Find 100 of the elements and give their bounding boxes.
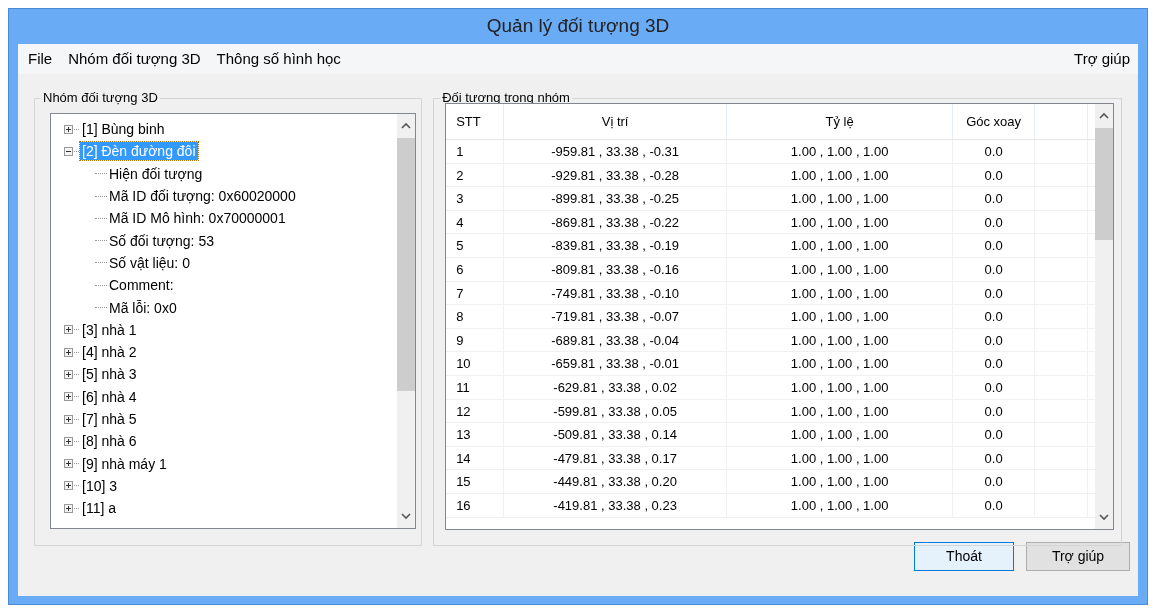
menu-item[interactable]: Trợ giúp — [1068, 47, 1136, 71]
table-cell: -599.81 , 33.38 , 0.05 — [504, 399, 728, 423]
column-header[interactable]: STT — [446, 104, 505, 139]
collapse-icon[interactable] — [64, 146, 73, 156]
table-cell: 0.0 — [953, 446, 1036, 470]
table-cell: 1.00 , 1.00 , 1.00 — [727, 328, 954, 352]
expand-icon[interactable] — [64, 459, 73, 469]
table-cell: 15 — [446, 470, 505, 493]
table-cell: 6 — [446, 257, 505, 281]
table-cell: 1.00 , 1.00 , 1.00 — [727, 423, 954, 446]
table-cell: 1.00 , 1.00 , 1.00 — [727, 187, 954, 210]
table-cell: 0.0 — [953, 328, 1036, 352]
menu-item[interactable]: Nhóm đối tượng 3D — [60, 47, 209, 71]
table-cell: -419.81 , 33.38 , 0.23 — [504, 493, 728, 517]
tree-item[interactable]: [6] nhà 4 — [80, 387, 139, 406]
tree-item[interactable]: [9] nhà máy 1 — [80, 454, 169, 473]
table-cell: 4 — [446, 210, 505, 234]
table-cell: 1.00 , 1.00 , 1.00 — [727, 470, 954, 493]
table-cell: -899.81 , 33.38 , -0.25 — [504, 187, 728, 210]
expand-icon[interactable] — [64, 124, 73, 134]
scroll-thumb[interactable] — [1095, 128, 1114, 240]
table-cell: 9 — [446, 328, 505, 352]
tree-item[interactable]: [5] nhà 3 — [80, 365, 139, 384]
table-cell: -479.81 , 33.38 , 0.17 — [504, 446, 728, 470]
table-cell: -449.81 , 33.38 , 0.20 — [504, 470, 728, 493]
table-cell: 11 — [446, 375, 505, 399]
expand-icon[interactable] — [64, 347, 73, 357]
table-cell: 0.0 — [953, 352, 1036, 375]
column-header[interactable]: Tỷ lệ — [727, 104, 954, 139]
tree-item[interactable]: [8] nhà 6 — [80, 432, 139, 451]
expand-icon[interactable] — [64, 481, 73, 491]
scroll-down-icon[interactable] — [401, 512, 411, 520]
tree-item[interactable]: [1] Bùng binh — [80, 120, 167, 139]
table-cell: 2 — [446, 163, 505, 187]
tree-item[interactable]: Comment: — [108, 276, 175, 295]
table-cell: 1.00 , 1.00 , 1.00 — [727, 257, 954, 281]
table-cell: -959.81 , 33.38 , -0.31 — [504, 140, 728, 163]
table-cell: 1.00 , 1.00 , 1.00 — [727, 234, 954, 257]
group-title: Nhóm đối tượng 3D — [41, 89, 160, 107]
table-cell: 0.0 — [953, 423, 1036, 446]
table-cell: 1.00 , 1.00 , 1.00 — [727, 140, 954, 163]
table-cell: 0.0 — [953, 187, 1036, 210]
table-cell: 7 — [446, 281, 505, 305]
table-cell: -629.81 , 33.38 , 0.02 — [504, 375, 728, 399]
scroll-down-icon[interactable] — [1099, 513, 1110, 521]
table-cell: 0.0 — [953, 375, 1036, 399]
table-cell: 1.00 , 1.00 , 1.00 — [727, 305, 954, 328]
scroll-up-icon[interactable] — [1099, 112, 1110, 120]
tree-item[interactable]: Hiện đối tượng — [108, 164, 204, 183]
tree-item[interactable]: Số vật liệu: 0 — [108, 253, 191, 272]
table-cell: 0.0 — [953, 305, 1036, 328]
table-cell: 14 — [446, 446, 505, 470]
table-cell: -809.81 , 33.38 , -0.16 — [504, 257, 728, 281]
expand-icon[interactable] — [64, 325, 73, 335]
table-cell: 1.00 , 1.00 , 1.00 — [727, 352, 954, 375]
dialog-button[interactable]: Trợ giúp — [1026, 542, 1130, 571]
expand-icon[interactable] — [64, 503, 73, 513]
dialog-button[interactable]: Thoát — [914, 542, 1014, 571]
table-cell: 0.0 — [953, 163, 1036, 187]
table-cell: 3 — [446, 187, 505, 210]
tree-item[interactable]: [10] 3 — [80, 476, 120, 495]
table-cell: -869.81 , 33.38 , -0.22 — [504, 210, 728, 234]
tree-item[interactable]: [7] nhà 5 — [80, 410, 139, 428]
table-cell: 1.00 , 1.00 , 1.00 — [727, 375, 954, 399]
table-cell: 0.0 — [953, 470, 1036, 493]
tree-item[interactable]: [4] nhà 2 — [80, 343, 139, 362]
scroll-thumb[interactable] — [397, 138, 415, 391]
tree-item[interactable]: [11] a — [80, 499, 118, 518]
expand-icon[interactable] — [64, 369, 73, 379]
table-cell: -689.81 , 33.38 , -0.04 — [504, 328, 728, 352]
table-cell: 1.00 , 1.00 , 1.00 — [727, 163, 954, 187]
tree-item[interactable]: Mã ID đối tượng: 0x60020000 — [108, 187, 297, 206]
table-cell: 13 — [446, 423, 505, 446]
table-cell: -839.81 , 33.38 , -0.19 — [504, 234, 728, 257]
tree-item[interactable]: Mã ID Mô hình: 0x70000001 — [108, 209, 287, 228]
expand-icon[interactable] — [64, 414, 73, 424]
expand-icon[interactable] — [64, 436, 73, 446]
scrollbar[interactable] — [397, 114, 415, 528]
window-title: Quản lý đối tượng 3D — [486, 14, 670, 39]
scrollbar[interactable] — [1095, 104, 1114, 529]
column-header[interactable]: Góc xoay — [953, 104, 1036, 139]
table-cell: 1.00 , 1.00 , 1.00 — [727, 399, 954, 423]
table-cell: 1.00 , 1.00 , 1.00 — [727, 210, 954, 234]
table-cell: 10 — [446, 352, 505, 375]
table-cell: 16 — [446, 493, 505, 517]
column-header[interactable]: Vị trí — [504, 104, 728, 139]
table-cell: -929.81 , 33.38 , -0.28 — [504, 163, 728, 187]
tree-item[interactable]: Mã lỗi: 0x0 — [108, 298, 178, 317]
table-cell: -749.81 , 33.38 , -0.10 — [504, 281, 728, 305]
expand-icon[interactable] — [64, 392, 73, 402]
menu-item[interactable]: Thông số hình học — [208, 47, 349, 71]
tree-item[interactable]: Số đối tượng: 53 — [108, 231, 215, 250]
table-cell: 1.00 , 1.00 , 1.00 — [727, 493, 954, 517]
scroll-up-icon[interactable] — [401, 122, 411, 130]
table-cell: 0.0 — [953, 234, 1036, 257]
table-cell: 0.0 — [953, 493, 1036, 517]
menu-item[interactable]: File — [20, 47, 61, 71]
table-cell: -659.81 , 33.38 , -0.01 — [504, 352, 728, 375]
tree-item[interactable]: [3] nhà 1 — [80, 320, 139, 339]
table-cell: 0.0 — [953, 399, 1036, 423]
